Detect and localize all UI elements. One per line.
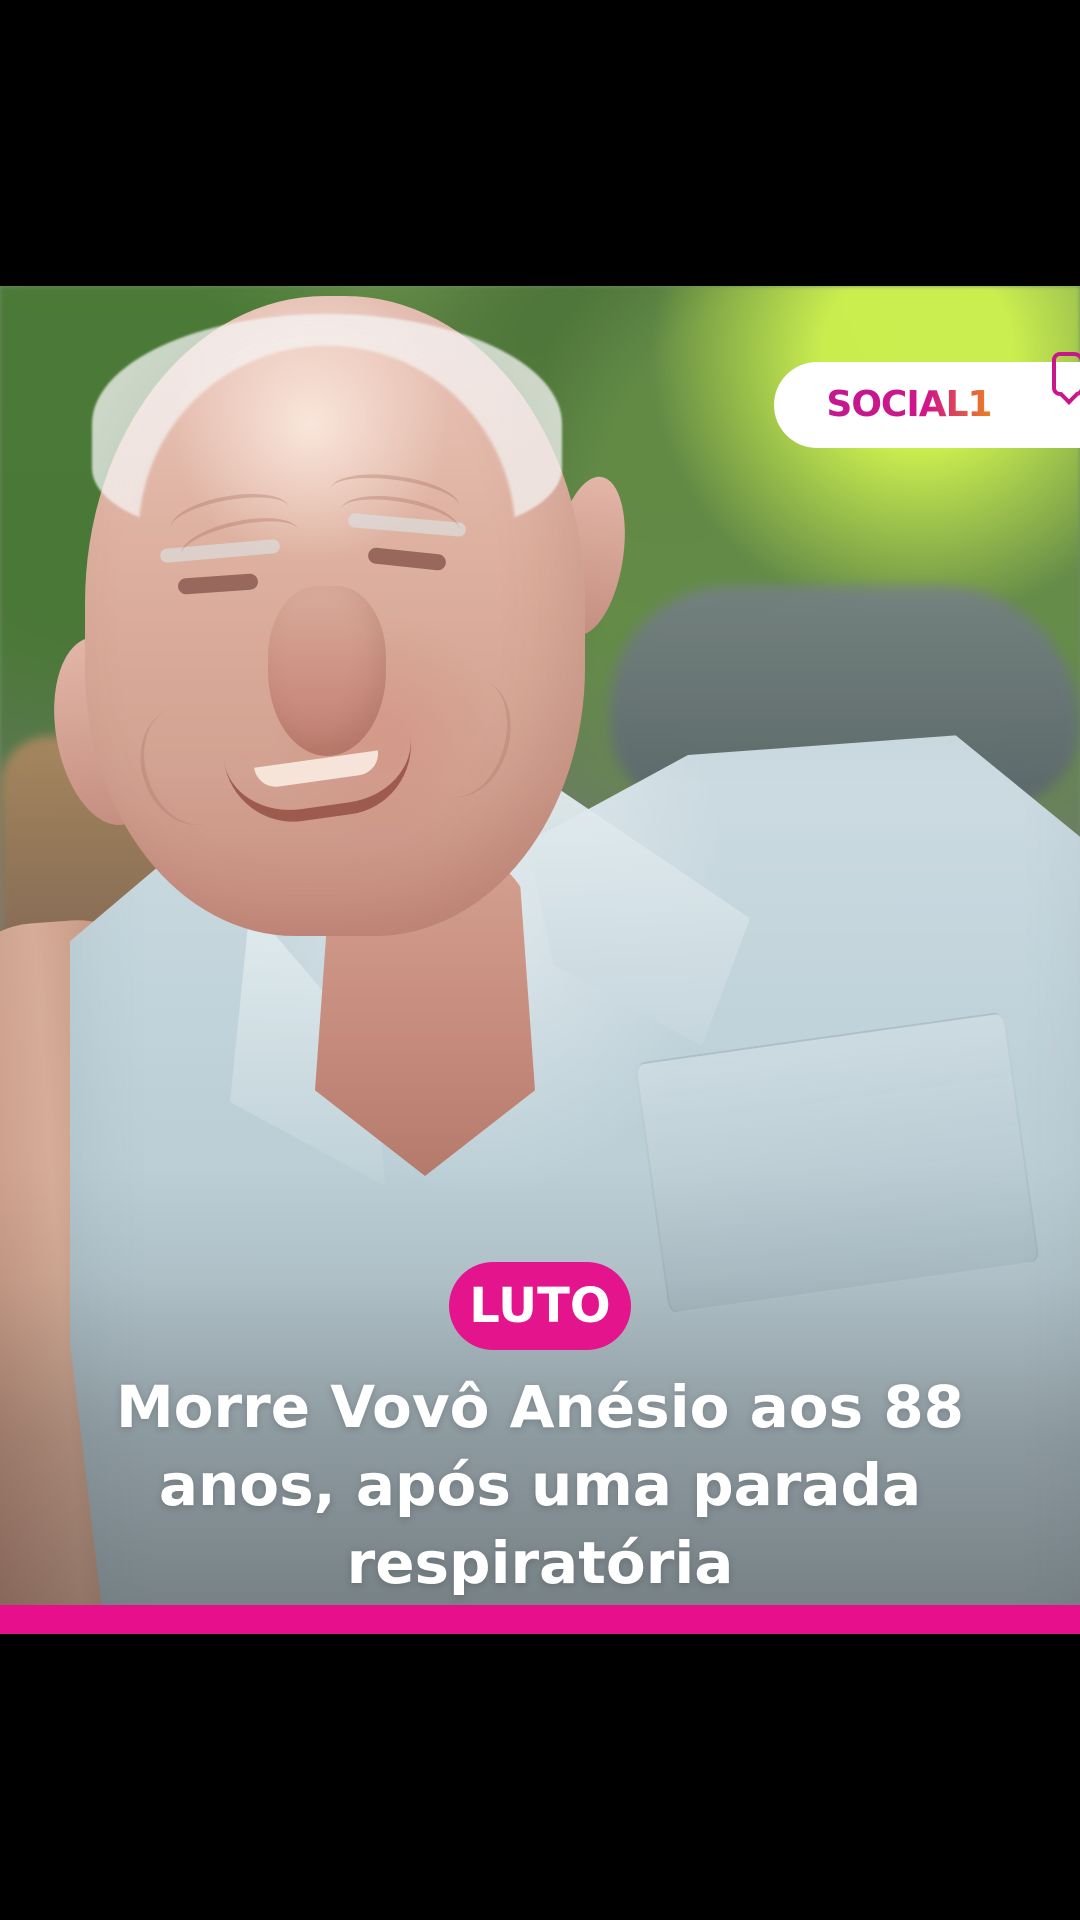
- nose: [268, 586, 386, 756]
- headline-line-2: anos, após uma parada: [158, 1451, 922, 1519]
- bottom-accent-bar: [0, 1605, 1080, 1634]
- category-badge: LUTO: [449, 1262, 631, 1350]
- chat-bubble-icon: [1052, 352, 1080, 396]
- white-hair: [92, 314, 562, 534]
- headline-line-3: respiratória: [346, 1529, 734, 1597]
- brand-logo-text: SOCIAL1: [826, 387, 1009, 423]
- headline-line-1: Morre Vovô Anésio aos 88: [115, 1373, 965, 1441]
- brand-logo-badge: SOCIAL1: [774, 352, 1080, 448]
- headline-block: LUTO Morre Vovô Anésio aos 88 anos, após…: [0, 1262, 1080, 1602]
- news-headline: Morre Vovô Anésio aos 88 anos, após uma …: [110, 1368, 970, 1602]
- story-screen: SOCIAL1 LUTO Morre Vovô Anésio aos 88 an…: [0, 0, 1080, 1920]
